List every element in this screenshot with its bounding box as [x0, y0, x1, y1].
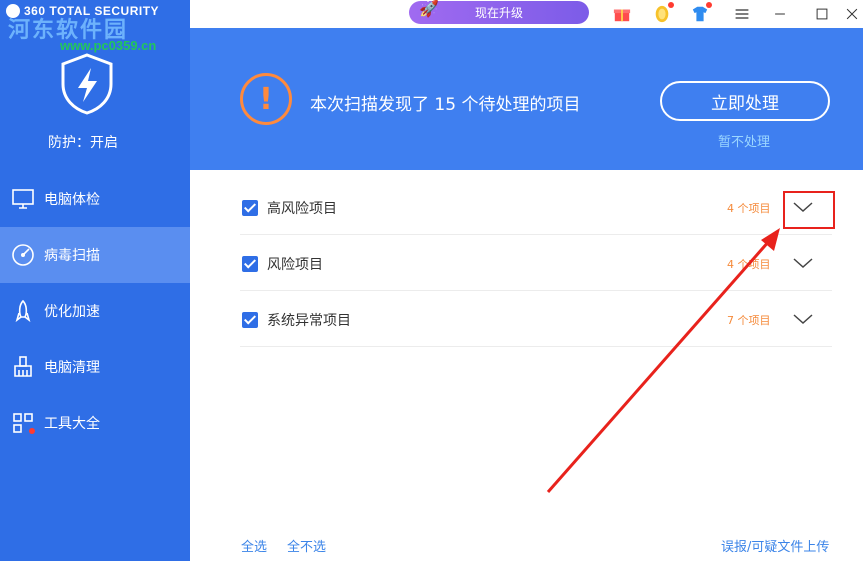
list-item[interactable]: 高风险项目 4 个项目 [240, 179, 832, 235]
list-item[interactable]: 系统异常项目 7 个项目 [240, 291, 832, 347]
sidebar-item-label: 病毒扫描 [44, 248, 100, 264]
rocket-icon [10, 298, 36, 324]
select-all-link[interactable]: 全选 [241, 536, 267, 555]
list-item-label: 系统异常项目 [267, 313, 351, 329]
warning-icon: ! [240, 73, 292, 125]
sidebar-item-label: 优化加速 [44, 304, 100, 320]
protection-status: 防护：开启 [48, 135, 118, 151]
checkbox-checked[interactable] [242, 256, 258, 272]
sidebar-item-label: 电脑清理 [44, 360, 100, 376]
list-item-count: 4 个项目 [727, 202, 771, 215]
menu-icon[interactable] [730, 2, 754, 26]
sidebar-item-cleanup[interactable]: 电脑清理 [0, 339, 190, 395]
minimize-icon[interactable] [768, 2, 792, 26]
list-item-count: 7 个项目 [727, 314, 771, 327]
notification-dot [668, 2, 674, 8]
shield-icon [58, 52, 116, 116]
broom-icon [10, 354, 36, 380]
sidebar-item-checkup[interactable]: 电脑体检 [0, 171, 190, 227]
watermark-url: www.pc0359.cn [60, 38, 157, 53]
scan-icon [10, 242, 36, 268]
checkbox-checked[interactable] [242, 200, 258, 216]
list-item[interactable]: 风险项目 4 个项目 [240, 235, 832, 291]
gift-icon[interactable] [610, 2, 634, 26]
chevron-down-icon[interactable] [793, 311, 813, 325]
maximize-icon[interactable] [810, 2, 834, 26]
handle-now-button[interactable]: 立即处理 [660, 81, 830, 121]
chevron-down-icon[interactable] [793, 255, 813, 269]
close-icon[interactable] [840, 2, 863, 26]
checkbox-checked[interactable] [242, 312, 258, 328]
upgrade-button[interactable]: 🚀 现在升级 [409, 0, 589, 24]
notification-dot [29, 428, 35, 434]
list-item-label: 高风险项目 [267, 201, 337, 217]
sidebar-nav: 电脑体检 病毒扫描 优化加速 电脑清理 工具大全 [0, 171, 190, 451]
upgrade-label: 现在升级 [474, 6, 523, 20]
sidebar-item-label: 电脑体检 [44, 192, 100, 208]
scan-result-message: 本次扫描发现了 15 个待处理的项目 [310, 95, 581, 115]
select-none-link[interactable]: 全不选 [287, 536, 326, 555]
rocket-icon: 🚀 [419, 0, 439, 18]
skip-handling-link[interactable]: 暂不处理 [718, 131, 770, 150]
watermark: 河东软件园 www.pc0359.cn [8, 12, 156, 53]
skin-icon[interactable] [688, 2, 712, 26]
sidebar-item-virus-scan[interactable]: 病毒扫描 [0, 227, 190, 283]
notification-dot [706, 2, 712, 8]
list-item-count: 4 个项目 [727, 258, 771, 271]
sidebar-item-label: 工具大全 [44, 416, 100, 432]
coin-icon[interactable] [650, 2, 674, 26]
scan-result-header: ! 本次扫描发现了 15 个待处理的项目 立即处理 暂不处理 [190, 28, 863, 170]
report-upload-link[interactable]: 误报/可疑文件上传 [721, 536, 829, 555]
annotation-highlight-box [783, 191, 835, 229]
list-item-label: 风险项目 [267, 257, 323, 273]
grid-icon [10, 410, 36, 436]
sidebar: 360 TOTAL SECURITY 河东软件园 www.pc0359.cn 防… [0, 0, 190, 561]
monitor-icon [10, 186, 36, 212]
title-bar: 🚀 现在升级 [190, 0, 863, 28]
sidebar-item-speedup[interactable]: 优化加速 [0, 283, 190, 339]
sidebar-item-tools[interactable]: 工具大全 [0, 395, 190, 451]
